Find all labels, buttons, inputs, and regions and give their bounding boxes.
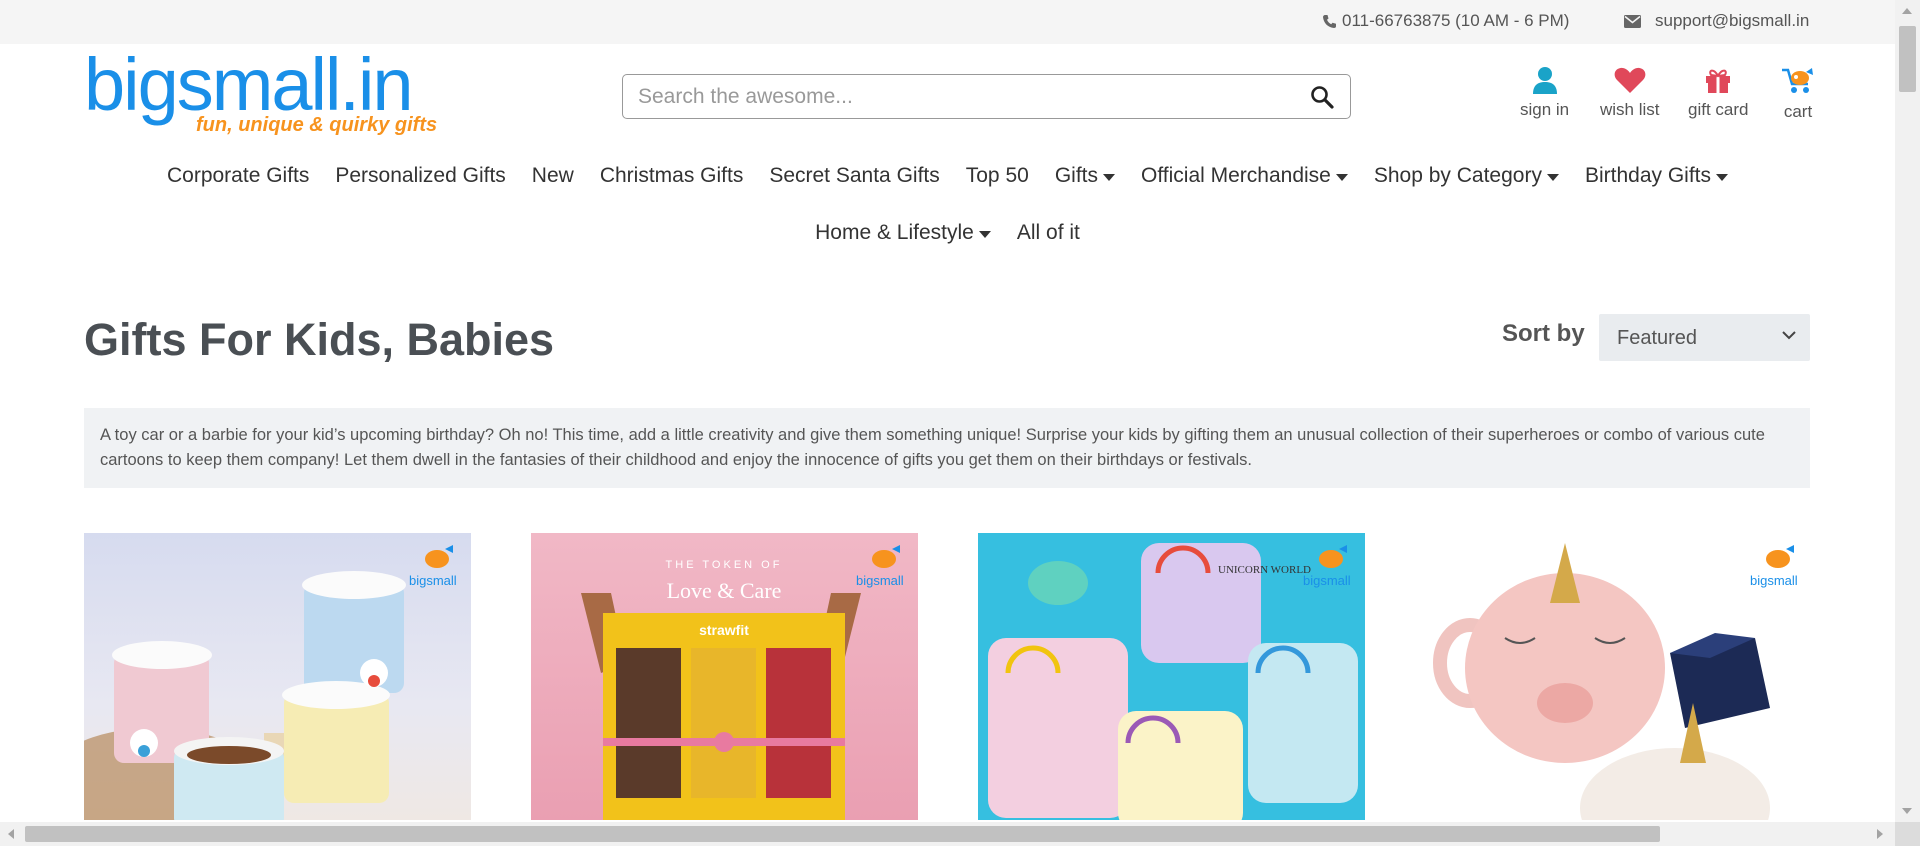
scroll-up-icon[interactable] [1902, 8, 1912, 14]
search-icon[interactable] [1310, 85, 1334, 114]
caret-down-icon [1102, 173, 1115, 181]
wish-list-link[interactable]: wish list [1600, 66, 1660, 120]
horizontal-scroll-thumb[interactable] [25, 826, 1660, 842]
product-card[interactable]: UNICORN WORLD bigsmall [978, 533, 1365, 820]
heart-icon [1614, 67, 1646, 93]
user-icon [1532, 67, 1557, 94]
product-card[interactable]: bigsmall [1425, 533, 1812, 820]
scrollbar-corner [1895, 822, 1920, 846]
svg-text:bigsmall: bigsmall [409, 573, 457, 588]
vertical-scrollbar[interactable] [1895, 0, 1920, 822]
bigsmall-watermark-icon: bigsmall [409, 545, 457, 588]
phone-contact[interactable]: 011-66763875 (10 AM - 6 PM) [1322, 11, 1569, 31]
nav-label: Official Merchandise [1140, 164, 1331, 187]
search-box [622, 74, 1351, 119]
chevron-down-icon [1782, 331, 1796, 340]
svg-text:bigsmall: bigsmall [1303, 573, 1351, 588]
nav-secret-santa-gifts[interactable]: Secret Santa Gifts [769, 164, 939, 188]
nav-official-merchandise[interactable]: Official Merchandise [1141, 164, 1348, 188]
top-bar: 011-66763875 (10 AM - 6 PM) support@bigs… [0, 0, 1895, 44]
nav-label: New [531, 164, 574, 187]
bigsmall-watermark-icon: bigsmall [856, 545, 904, 588]
logo-tagline: fun, unique & quirky gifts [196, 114, 438, 136]
logo-text: bigsmall.in [84, 43, 414, 126]
nav-label: All of it [1016, 221, 1080, 244]
sort-value: Featured [1617, 327, 1698, 349]
cart-link[interactable]: cart [1780, 66, 1816, 122]
vertical-scroll-thumb[interactable] [1899, 26, 1916, 92]
nav-corporate-gifts[interactable]: Corporate Gifts [167, 164, 309, 188]
email-address: support@bigsmall.in [1655, 11, 1810, 30]
site-logo[interactable]: bigsmall.in fun, unique & quirky gifts [84, 48, 444, 144]
bigsmall-watermark-icon: bigsmall [1303, 545, 1351, 588]
brand-label: strawfit [699, 622, 749, 638]
page-title: Gifts For Kids, Babies [84, 314, 555, 365]
svg-text:bigsmall: bigsmall [1750, 573, 1798, 588]
nav-label: Secret Santa Gifts [769, 164, 940, 187]
caret-down-icon [1546, 173, 1559, 181]
product-card[interactable]: bigsmall [84, 533, 471, 820]
nav-label: Personalized Gifts [335, 164, 506, 187]
banner-line-1: THE TOKEN OF [666, 559, 783, 571]
nav-label: Birthday Gifts [1584, 164, 1712, 187]
sort-label: Sort by [1502, 320, 1585, 347]
banner-line-2: Love & Care [667, 578, 782, 603]
nav-all-of-it[interactable]: All of it [1017, 221, 1080, 245]
search-input[interactable] [623, 75, 1283, 118]
main-nav-row-1: Corporate Gifts Personalized Gifts New C… [0, 164, 1895, 188]
nav-label: Gifts [1054, 164, 1098, 187]
pouch-label: UNICORN WORLD [1218, 564, 1311, 576]
phone-icon [1323, 14, 1336, 28]
sign-in-link[interactable]: sign in [1520, 66, 1569, 120]
gift-card-link[interactable]: gift card [1688, 66, 1748, 120]
phone-number: 011-66763875 (10 AM - 6 PM) [1342, 11, 1570, 30]
nav-personalized-gifts[interactable]: Personalized Gifts [335, 164, 505, 188]
nav-gifts[interactable]: Gifts [1055, 164, 1115, 188]
nav-shop-by-category[interactable]: Shop by Category [1374, 164, 1559, 188]
nav-new[interactable]: New [532, 164, 574, 188]
caret-down-icon [1716, 173, 1729, 181]
sort-select[interactable]: Featured [1599, 314, 1810, 361]
horizontal-scrollbar[interactable] [0, 822, 1920, 846]
nav-label: Home & Lifestyle [815, 221, 974, 244]
caret-down-icon [1335, 173, 1348, 181]
svg-text:bigsmall: bigsmall [856, 573, 904, 588]
nav-top-50[interactable]: Top 50 [966, 164, 1029, 188]
gift-card-label: gift card [1688, 100, 1749, 119]
cart-label: cart [1783, 102, 1813, 121]
scroll-left-icon[interactable] [8, 829, 14, 839]
nav-christmas-gifts[interactable]: Christmas Gifts [600, 164, 744, 188]
nav-label: Top 50 [965, 164, 1029, 187]
envelope-icon [1624, 14, 1641, 28]
nav-home-lifestyle[interactable]: Home & Lifestyle [815, 221, 991, 245]
wish-list-label: wish list [1600, 100, 1660, 119]
nav-label: Christmas Gifts [599, 164, 744, 187]
sign-in-label: sign in [1520, 100, 1570, 119]
nav-label: Corporate Gifts [166, 164, 310, 187]
gift-icon [1706, 69, 1731, 93]
scroll-right-icon[interactable] [1877, 829, 1883, 839]
cart-icon [1782, 68, 1813, 93]
category-description: A toy car or a barbie for your kid’s upc… [84, 408, 1810, 488]
scroll-down-icon[interactable] [1902, 808, 1912, 814]
main-nav-row-2: Home & Lifestyle All of it [0, 221, 1895, 245]
nav-birthday-gifts[interactable]: Birthday Gifts [1584, 164, 1729, 188]
caret-down-icon [978, 230, 991, 238]
nav-label: Shop by Category [1373, 164, 1542, 187]
product-card[interactable]: THE TOKEN OF Love & Care strawfit bigsma… [531, 533, 918, 820]
bigsmall-watermark-icon: bigsmall [1750, 545, 1798, 588]
email-contact[interactable]: support@bigsmall.in [1624, 11, 1809, 31]
